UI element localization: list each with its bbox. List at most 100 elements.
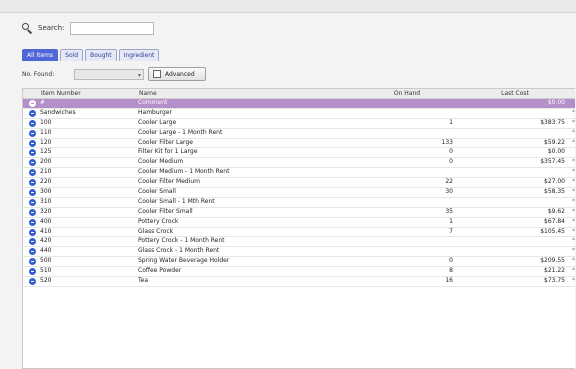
- row-expander[interactable]: [23, 218, 37, 227]
- cell-item-number: 510: [40, 267, 52, 275]
- expand-icon: [29, 159, 36, 167]
- advanced-button[interactable]: Advanced: [148, 67, 206, 81]
- tab-ingredient[interactable]: Ingredient: [118, 49, 160, 61]
- row-expander[interactable]: [23, 277, 37, 286]
- row-expander[interactable]: [23, 247, 37, 256]
- row-expander[interactable]: [23, 168, 37, 177]
- table-row[interactable]: 310 Cooler Small - 1 Mth Rent *: [23, 198, 575, 208]
- cell-item-number: 120: [40, 138, 52, 146]
- header-on-hand[interactable]: On Hand: [355, 89, 459, 98]
- found-select[interactable]: ▾: [74, 68, 144, 80]
- cell-last-cost: $9.62: [547, 207, 565, 215]
- cell-flag: [571, 148, 575, 157]
- cell-last-cost: [459, 198, 571, 207]
- cell-item-number: Sandwiches: [40, 108, 76, 116]
- cell-name: Cooler Filter Small: [138, 207, 193, 215]
- cell-name: Glass Crock: [138, 227, 174, 235]
- cell-last-cost: [459, 168, 571, 177]
- items-table: Item Number Name On Hand Last Cost # Comm…: [22, 88, 575, 369]
- header-item-number[interactable]: Item Number: [37, 89, 135, 98]
- expand-icon: [29, 208, 36, 216]
- cell-flag: *: [572, 257, 575, 265]
- table-row[interactable]: Sandwiches Hamburger *: [23, 109, 575, 119]
- cell-last-cost: $73.75: [544, 277, 565, 285]
- cell-flag: *: [572, 197, 575, 205]
- cell-last-cost: $59.22: [544, 138, 565, 146]
- row-expander[interactable]: [23, 148, 37, 157]
- cell-flag: *: [572, 178, 575, 186]
- cell-item-number: 420: [40, 237, 52, 245]
- cell-name: Hamburger: [138, 108, 172, 116]
- header-name[interactable]: Name: [135, 89, 355, 98]
- row-expander[interactable]: [23, 178, 37, 187]
- table-row[interactable]: 400 Pottery Crock 1 $67.84 *: [23, 218, 575, 228]
- cell-on-hand: 133: [441, 138, 453, 146]
- table-row[interactable]: 420 Pottery Crock - 1 Month Rent *: [23, 237, 575, 248]
- cell-last-cost: [459, 237, 571, 246]
- table-row[interactable]: 220 Cooler Filter Medium 22 $27.00 *: [23, 178, 575, 189]
- cell-on-hand: [355, 129, 459, 138]
- row-expander[interactable]: [23, 228, 37, 237]
- row-expander[interactable]: [23, 198, 37, 207]
- table-row[interactable]: 410 Glass Crock 7 $105.45 *: [23, 228, 575, 238]
- row-expander[interactable]: [23, 158, 37, 167]
- cell-flag: *: [572, 188, 575, 196]
- table-row[interactable]: # Comment $0.00: [23, 99, 575, 109]
- cell-item-number: #: [40, 99, 46, 106]
- cell-last-cost: $383.75: [540, 118, 565, 126]
- cell-on-hand: [355, 168, 459, 177]
- cell-on-hand: 22: [445, 178, 453, 186]
- cell-flag: *: [572, 168, 575, 176]
- table-row[interactable]: 300 Cooler Small 30 $58.35 *: [23, 188, 575, 198]
- cell-on-hand: 35: [445, 207, 453, 215]
- row-expander[interactable]: [23, 99, 37, 108]
- table-row[interactable]: 200 Cooler Medium 0 $357.45 *: [23, 158, 575, 169]
- row-expander[interactable]: [23, 139, 37, 148]
- table-row[interactable]: 520 Tea 16 $73.75 *: [23, 277, 575, 287]
- cell-item-number: 520: [40, 277, 52, 285]
- row-expander[interactable]: [23, 208, 37, 217]
- cell-item-number: 125: [40, 148, 52, 156]
- cell-flag: *: [572, 118, 575, 126]
- table-row[interactable]: 210 Cooler Medium - 1 Month Rent *: [23, 168, 575, 179]
- table-row[interactable]: 510 Coffee Powder 8 $21.22 *: [23, 267, 575, 278]
- row-expander[interactable]: [23, 257, 37, 266]
- table-row[interactable]: 125 Filter Kit for 1 Large 0 $0.00: [23, 148, 575, 159]
- cell-on-hand: 8: [449, 267, 453, 275]
- expand-icon: [29, 119, 36, 127]
- cell-flag: *: [572, 207, 575, 215]
- cell-name: Coffee Powder: [138, 267, 182, 275]
- advanced-label: Advanced: [165, 70, 195, 78]
- cell-flag: *: [572, 237, 575, 245]
- cell-item-number: 440: [40, 247, 52, 255]
- table-row[interactable]: 110 Cooler Large - 1 Month Rent *: [23, 129, 575, 139]
- cell-name: Cooler Small: [138, 188, 176, 196]
- table-body: # Comment $0.00 Sandwiches Hamburger * 100 Cool…: [23, 99, 575, 287]
- row-expander[interactable]: [23, 188, 37, 197]
- row-expander[interactable]: [23, 237, 37, 246]
- table-row[interactable]: 500 Spring Water Beverage Holder 0 $209.55 *: [23, 257, 575, 268]
- expand-icon: [29, 198, 36, 206]
- table-row[interactable]: 440 Glass Crock - 1 Month Rent *: [23, 247, 575, 258]
- cell-item-number: 400: [40, 217, 52, 225]
- cell-name: Cooler Medium: [138, 158, 184, 166]
- tab-all-items[interactable]: All Items: [22, 49, 59, 61]
- row-expander[interactable]: [23, 119, 37, 128]
- tab-sold[interactable]: Sold: [60, 49, 84, 61]
- search-input[interactable]: [70, 21, 155, 35]
- cell-on-hand: 0: [449, 148, 453, 156]
- cell-item-number: 300: [40, 188, 52, 196]
- cell-name: Cooler Small - 1 Mth Rent: [138, 197, 215, 205]
- row-expander[interactable]: [23, 129, 37, 138]
- row-expander[interactable]: [23, 267, 37, 276]
- cell-name: Cooler Large - 1 Month Rent: [138, 128, 223, 136]
- table-row[interactable]: 120 Cooler Filter Large 133 $59.22 *: [23, 139, 575, 149]
- header-last-cost[interactable]: Last Cost: [459, 89, 571, 98]
- table-row[interactable]: 320 Cooler Filter Small 35 $9.62 *: [23, 208, 575, 218]
- cell-name: Cooler Filter Medium: [138, 178, 201, 186]
- row-expander[interactable]: [23, 109, 37, 118]
- table-row[interactable]: 100 Cooler Large 1 $383.75 *: [23, 119, 575, 129]
- cell-on-hand: 0: [449, 257, 453, 265]
- cell-flag: *: [572, 227, 575, 235]
- tab-bought[interactable]: Bought: [85, 49, 117, 61]
